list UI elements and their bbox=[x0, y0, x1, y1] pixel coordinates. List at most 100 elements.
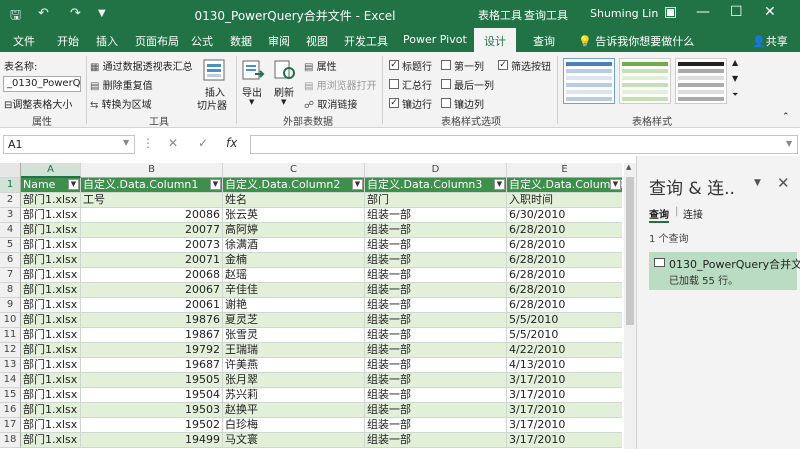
table-cell[interactable]: 部门1.xlsx bbox=[21, 238, 81, 253]
table-cell[interactable]: 白珍梅 bbox=[223, 418, 365, 433]
table-cell[interactable]: 19505 bbox=[81, 373, 223, 388]
table-cell[interactable]: 19867 bbox=[81, 328, 223, 343]
properties-button[interactable]: ▤ 属性 bbox=[304, 58, 337, 73]
table-cell[interactable]: 3/17/2010 bbox=[507, 418, 622, 433]
table-cell[interactable]: 部门1.xlsx bbox=[21, 253, 81, 268]
row-header[interactable]: 4 bbox=[0, 223, 21, 238]
tab-queries[interactable]: 查询 bbox=[649, 206, 669, 223]
table-cell[interactable]: 部门1.xlsx bbox=[21, 313, 81, 328]
table-cell[interactable]: 3/17/2010 bbox=[507, 388, 622, 403]
expand-formula-bar-icon[interactable]: ▼ bbox=[786, 139, 792, 148]
table-cell[interactable]: 6/28/2010 bbox=[507, 223, 622, 238]
table-cell[interactable]: 组装一部 bbox=[365, 433, 507, 448]
table-cell[interactable]: 部门1.xlsx bbox=[21, 388, 81, 403]
table-cell[interactable]: 组装一部 bbox=[365, 358, 507, 373]
table-cell[interactable]: 夏灵芝 bbox=[223, 313, 365, 328]
table-cell[interactable]: 20073 bbox=[81, 238, 223, 253]
tab-query[interactable]: 查询 bbox=[533, 33, 555, 49]
table-cell[interactable]: 20071 bbox=[81, 253, 223, 268]
table-cell[interactable]: 组装一部 bbox=[365, 373, 507, 388]
table-cell[interactable]: 组装一部 bbox=[365, 418, 507, 433]
table-cell[interactable]: 辛佳佳 bbox=[223, 283, 365, 298]
table-cell[interactable]: 19502 bbox=[81, 418, 223, 433]
table-cell[interactable]: 20067 bbox=[81, 283, 223, 298]
gallery-scroll-down-icon[interactable]: ▼ bbox=[732, 74, 738, 83]
scrollbar-thumb[interactable] bbox=[626, 177, 634, 325]
table-header-cell[interactable]: Name ▼ bbox=[21, 178, 81, 193]
banded-columns-checkbox[interactable] bbox=[441, 98, 451, 108]
table-header-cell[interactable]: 自定义.Data.Column2 ▼ bbox=[223, 178, 365, 193]
close-icon[interactable]: ✕ bbox=[764, 4, 776, 20]
table-cell[interactable]: 入职时间 bbox=[507, 193, 622, 208]
table-cell[interactable]: 组装一部 bbox=[365, 313, 507, 328]
table-cell[interactable]: 高阿婷 bbox=[223, 223, 365, 238]
table-cell[interactable]: 6/30/2010 bbox=[507, 208, 622, 223]
table-cell[interactable]: 马文寰 bbox=[223, 433, 365, 448]
row-header[interactable]: 13 bbox=[0, 358, 21, 373]
tell-me-search[interactable]: 💡 告诉我你想要做什么 bbox=[578, 33, 694, 49]
table-cell[interactable]: 工号 bbox=[81, 193, 223, 208]
gallery-more-icon[interactable]: ⏷ bbox=[732, 90, 738, 100]
table-style-green[interactable] bbox=[619, 58, 671, 104]
table-cell[interactable]: 部门1.xlsx bbox=[21, 208, 81, 223]
name-box-dropdown-icon[interactable]: ▼ bbox=[123, 138, 129, 147]
tab-design[interactable]: 设计 bbox=[474, 28, 516, 52]
name-box[interactable]: A1 bbox=[3, 135, 135, 154]
collapse-ribbon-icon[interactable]: ⌃ bbox=[782, 112, 790, 122]
tab-formulas[interactable]: 公式 bbox=[191, 33, 213, 49]
summarize-pivot-button[interactable]: ▦ 通过数据透视表汇总 bbox=[90, 58, 193, 73]
table-cell[interactable]: 19503 bbox=[81, 403, 223, 418]
filter-dropdown-icon[interactable]: ▼ bbox=[210, 179, 221, 190]
table-cell[interactable]: 19687 bbox=[81, 358, 223, 373]
table-cell[interactable]: 张云英 bbox=[223, 208, 365, 223]
column-header[interactable]: E bbox=[507, 163, 622, 178]
table-cell[interactable]: 组装一部 bbox=[365, 343, 507, 358]
tab-home[interactable]: 开始 bbox=[57, 33, 79, 49]
row-header[interactable]: 7 bbox=[0, 268, 21, 283]
row-header[interactable]: 16 bbox=[0, 403, 21, 418]
table-cell[interactable]: 金楠 bbox=[223, 253, 365, 268]
table-cell[interactable]: 19876 bbox=[81, 313, 223, 328]
select-all-corner[interactable] bbox=[0, 163, 21, 178]
export-button[interactable]: 导出 ▼ bbox=[240, 56, 266, 110]
table-cell[interactable]: 部门 bbox=[365, 193, 507, 208]
table-cell[interactable]: 20061 bbox=[81, 298, 223, 313]
table-style-blue[interactable] bbox=[563, 58, 615, 104]
resize-table-button[interactable]: ⊟调整表格大小 bbox=[4, 96, 72, 111]
tab-view[interactable]: 视图 bbox=[306, 33, 328, 49]
table-header-cell[interactable]: 自定义.Data.Column3 ▼ bbox=[365, 178, 507, 193]
table-cell[interactable]: 5/5/2010 bbox=[507, 328, 622, 343]
table-cell[interactable]: 20077 bbox=[81, 223, 223, 238]
table-cell[interactable]: 部门1.xlsx bbox=[21, 268, 81, 283]
formula-input[interactable] bbox=[250, 135, 798, 154]
table-cell[interactable]: 姓名 bbox=[223, 193, 365, 208]
tab-file[interactable]: 文件 bbox=[13, 33, 35, 49]
table-cell[interactable]: 组装一部 bbox=[365, 208, 507, 223]
table-cell[interactable]: 3/17/2010 bbox=[507, 373, 622, 388]
table-cell[interactable]: 3/17/2010 bbox=[507, 433, 622, 448]
table-cell[interactable]: 组装一部 bbox=[365, 403, 507, 418]
row-header[interactable]: 14 bbox=[0, 373, 21, 388]
vertical-scrollbar[interactable]: ▲ bbox=[624, 163, 636, 449]
table-cell[interactable]: 6/28/2010 bbox=[507, 298, 622, 313]
row-header[interactable]: 10 bbox=[0, 313, 21, 328]
table-cell[interactable]: 徐满酒 bbox=[223, 238, 365, 253]
table-cell[interactable]: 部门1.xlsx bbox=[21, 433, 81, 448]
table-cell[interactable]: 部门1.xlsx bbox=[21, 358, 81, 373]
row-header[interactable]: 17 bbox=[0, 418, 21, 433]
table-cell[interactable]: 组装一部 bbox=[365, 283, 507, 298]
table-cell[interactable]: 赵瑶 bbox=[223, 268, 365, 283]
ribbon-display-options-icon[interactable]: ▣ bbox=[664, 4, 677, 20]
last-column-checkbox[interactable] bbox=[441, 79, 451, 89]
table-cell[interactable]: 组装一部 bbox=[365, 268, 507, 283]
table-cell[interactable]: 20068 bbox=[81, 268, 223, 283]
open-in-browser-button[interactable]: ▤ 用浏览器打开 bbox=[304, 77, 377, 92]
table-cell[interactable]: 组装一部 bbox=[365, 223, 507, 238]
pane-options-icon[interactable]: ▼ bbox=[754, 178, 761, 188]
table-cell[interactable]: 20086 bbox=[81, 208, 223, 223]
row-header[interactable]: 12 bbox=[0, 343, 21, 358]
query-item[interactable]: 0130_PowerQuery合并文 已加载 55 行。 bbox=[649, 252, 800, 290]
table-cell[interactable]: 6/28/2010 bbox=[507, 283, 622, 298]
row-header[interactable]: 5 bbox=[0, 238, 21, 253]
row-header[interactable]: 6 bbox=[0, 253, 21, 268]
